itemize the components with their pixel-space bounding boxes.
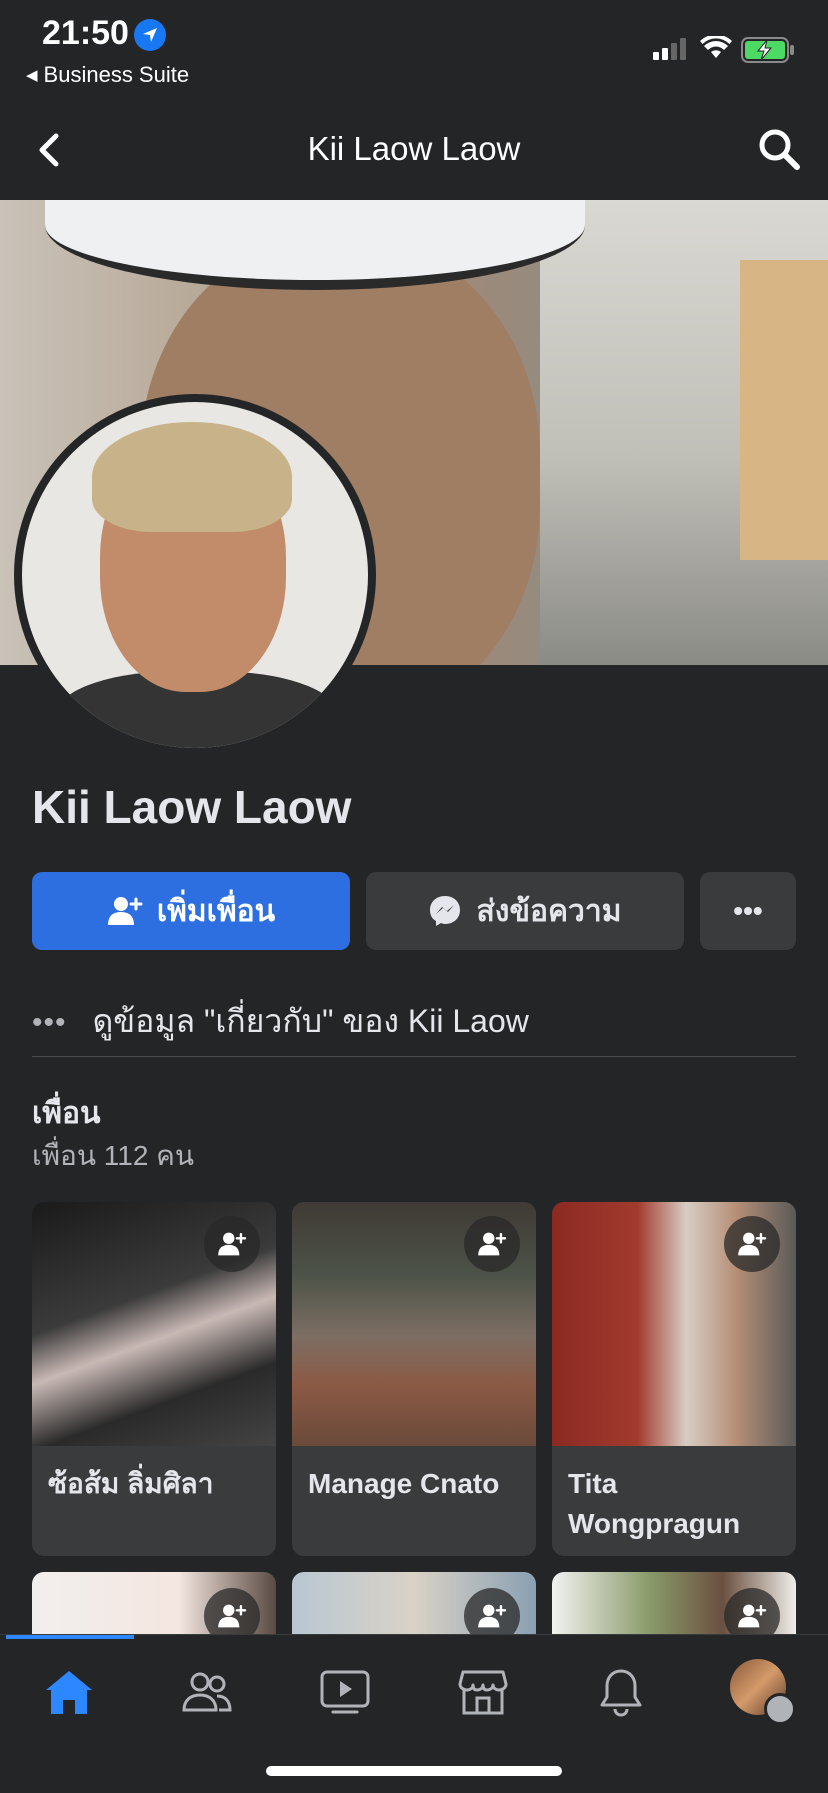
friend-name[interactable]: Manage Cnato: [308, 1464, 524, 1504]
message-label: ส่งข้อความ: [476, 894, 622, 928]
cover-wall-stripe: [740, 260, 828, 560]
profile-picture-image: [22, 402, 368, 748]
friend-card[interactable]: [552, 1572, 796, 1634]
marketplace-icon: [458, 1670, 508, 1715]
friend-name[interactable]: ซ้อส้ม ลิ่มศิลา: [48, 1464, 264, 1504]
add-friend-icon[interactable]: [464, 1216, 520, 1272]
friend-card[interactable]: Tita Wongpragun: [552, 1202, 796, 1556]
add-friend-icon[interactable]: [464, 1588, 520, 1634]
about-text: ดูข้อมูล "เกี่ยวกับ" ของ Kii Laow: [92, 1003, 529, 1039]
menu-badge-icon: [764, 1693, 796, 1725]
add-friend-icon[interactable]: [204, 1216, 260, 1272]
profile-picture[interactable]: [14, 394, 376, 756]
add-friend-icon: [107, 897, 143, 925]
tab-home[interactable]: [34, 1657, 104, 1727]
cover-helmet: [45, 200, 585, 290]
active-tab-indicator: [6, 1635, 134, 1639]
friends-section-title[interactable]: เพื่อน: [32, 1090, 101, 1137]
back-triangle-icon: ◀: [26, 67, 38, 84]
friends-count: เพื่อน 112 คน: [32, 1140, 195, 1171]
friend-name[interactable]: Tita Wongpragun: [568, 1464, 784, 1544]
friend-card[interactable]: ซ้อส้ม ลิ่มศิลา: [32, 1202, 276, 1556]
tab-watch[interactable]: [310, 1657, 380, 1727]
add-friend-icon[interactable]: [204, 1588, 260, 1634]
more-options-button[interactable]: •••: [700, 872, 796, 950]
location-arrow-icon: [134, 19, 166, 51]
battery-charging-icon: [741, 37, 794, 63]
avatar-hair: [92, 422, 292, 532]
page-title: Kii Laow Laow: [307, 130, 521, 167]
watch-icon: [320, 1670, 370, 1714]
add-friend-label: เพิ่มเพื่อน: [156, 894, 276, 928]
more-options-icon: •••: [733, 895, 763, 926]
home-icon: [46, 1671, 92, 1714]
status-time: 21:50: [42, 14, 129, 52]
top-nav-bar: Kii Laow Laow: [0, 100, 828, 200]
back-to-app-link[interactable]: ◀ Business Suite: [26, 62, 189, 88]
friend-card[interactable]: [292, 1572, 536, 1634]
friend-card[interactable]: [32, 1572, 276, 1634]
status-bar: 21:50 ◀ Business Suite: [0, 0, 828, 100]
profile-name: Kii Laow Laow: [32, 781, 352, 833]
more-dots-icon: •••: [32, 1006, 67, 1039]
add-friend-icon[interactable]: [724, 1588, 780, 1634]
tab-notifications[interactable]: [586, 1657, 656, 1727]
tab-marketplace[interactable]: [448, 1657, 518, 1727]
messenger-icon: [430, 896, 461, 926]
friend-card[interactable]: Manage Cnato: [292, 1202, 536, 1556]
home-indicator[interactable]: [266, 1766, 562, 1776]
tab-friends[interactable]: [172, 1657, 242, 1727]
friends-icon: [182, 1672, 232, 1712]
section-divider: [32, 1056, 796, 1057]
cellular-signal-icon: [653, 38, 686, 60]
see-about-info-row[interactable]: ••• ดูข้อมูล "เกี่ยวกับ" ของ Kii Laow: [32, 996, 529, 1047]
back-app-label: Business Suite: [43, 62, 190, 87]
add-friend-button[interactable]: เพิ่มเพื่อน: [32, 872, 350, 950]
add-friend-icon[interactable]: [724, 1216, 780, 1272]
search-icon[interactable]: [756, 126, 802, 172]
notifications-icon: [600, 1669, 642, 1717]
wifi-icon: [700, 36, 732, 58]
message-button[interactable]: ส่งข้อความ: [366, 872, 684, 950]
